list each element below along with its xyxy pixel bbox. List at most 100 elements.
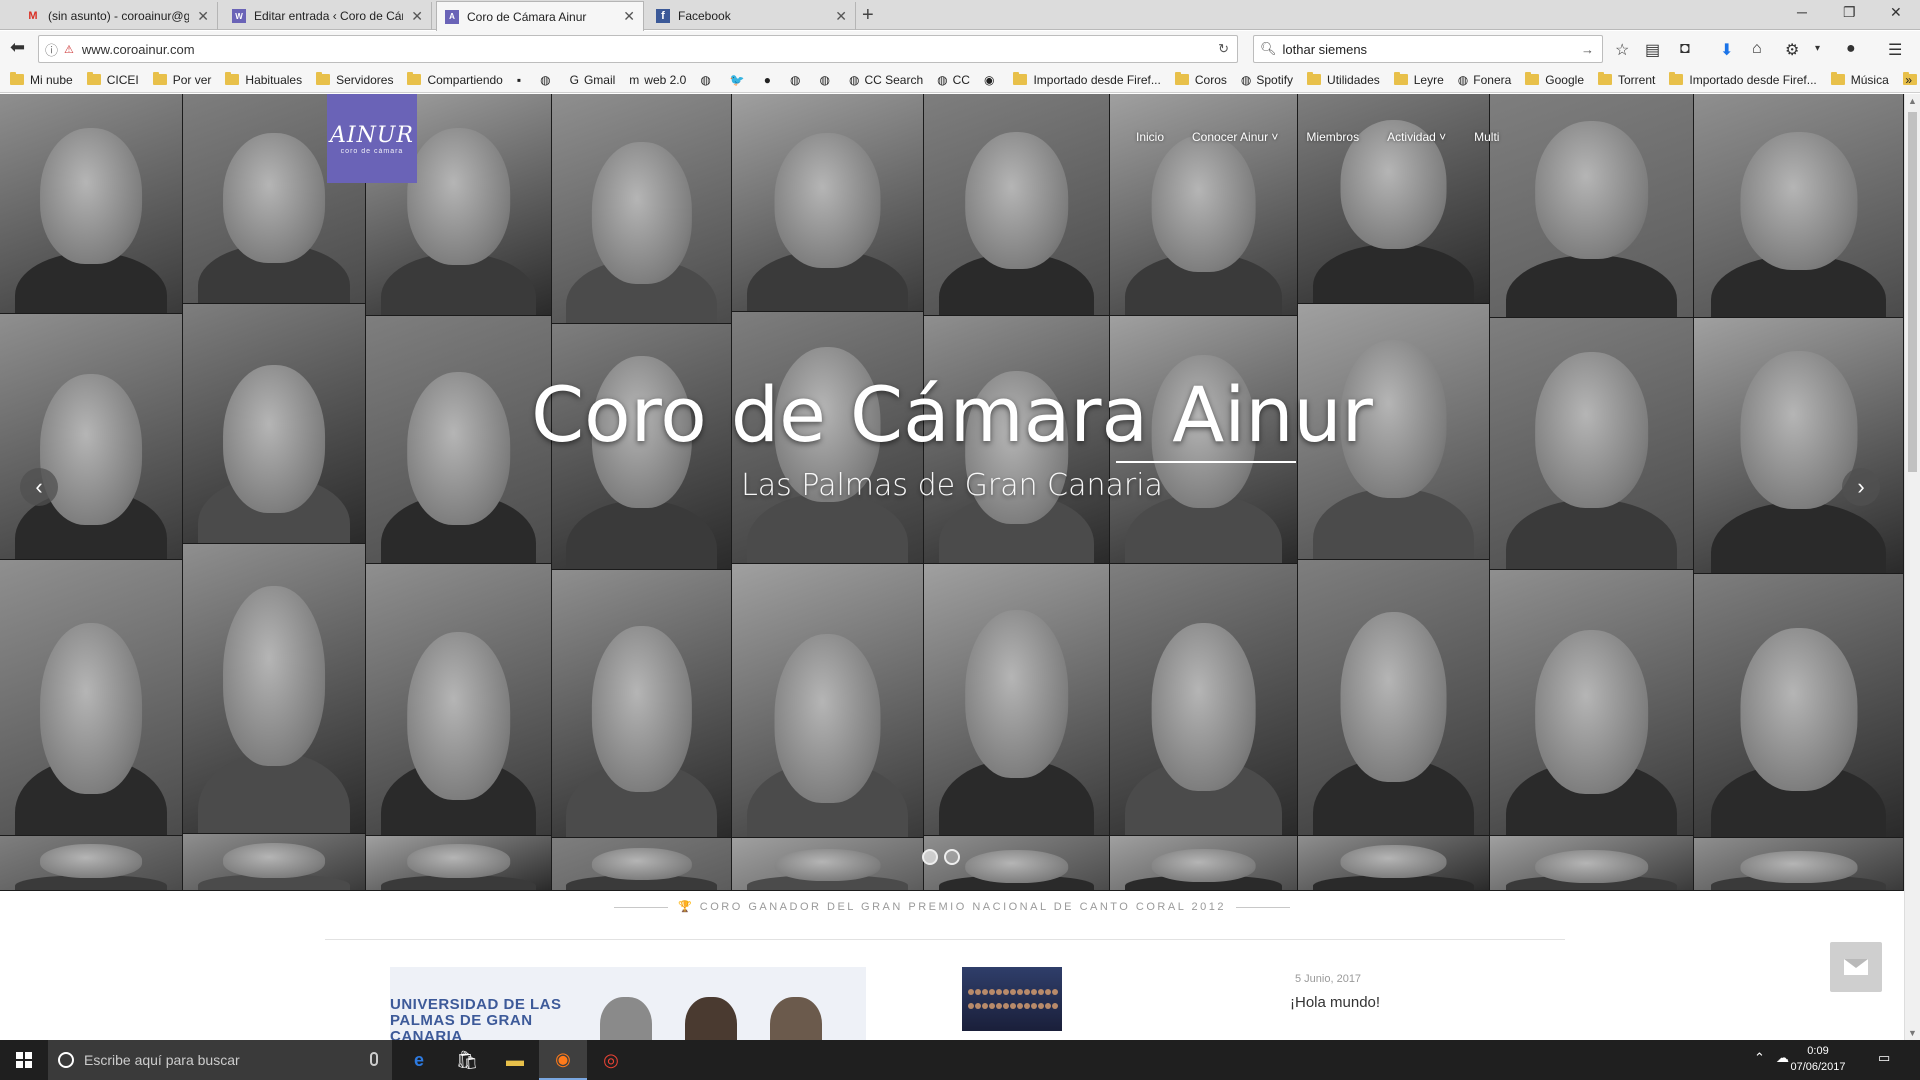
member-photo [366,564,551,835]
chrome-icon[interactable]: ◎ [587,1040,635,1080]
bookmark-spotify[interactable]: ◍ Spotify [1241,73,1293,87]
new-tab-button[interactable]: + [862,4,874,27]
bookmark-icon-link[interactable]: ◍ [700,73,715,87]
close-icon[interactable]: ✕ [623,8,635,25]
member-photo [0,836,182,890]
tab-editar-entrada[interactable]: W Editar entrada ‹ Coro de Cám ✕ [224,2,432,30]
chevron-up-icon[interactable]: ⌃ [1754,1050,1765,1066]
close-icon[interactable]: ✕ [197,8,209,25]
file-explorer-icon[interactable]: ▬ [491,1040,539,1080]
bookmark-label: Importado desde Firef... [1689,72,1817,87]
bookmark-icon-link[interactable]: ▪ [517,73,526,87]
start-button[interactable] [0,1040,48,1080]
menu-item-conocer-ainur[interactable]: Conocer Ainur ˅ [1192,130,1278,144]
bookmark-icon-link[interactable]: ◍ [540,73,555,87]
profile-icon[interactable]: ● [1846,40,1856,58]
folder-icon [407,72,422,85]
bookmark-gmail[interactable]: G Gmail [570,73,616,87]
bookmark-mi-nube[interactable]: Mi nube [10,72,73,87]
bookmark-cicei[interactable]: CICEI [86,72,139,87]
downloads-icon[interactable]: ⬇ [1720,40,1733,60]
close-icon[interactable]: ✕ [835,8,847,25]
microphone-icon[interactable] [370,1052,378,1066]
bookmark-importado-desde-firef[interactable]: Importado desde Firef... [1013,72,1161,87]
close-window-button[interactable]: ✕ [1890,4,1902,21]
member-photo [1490,836,1693,890]
bookmark-icon-link[interactable]: ◉ [984,73,999,87]
thumbnail-person [968,989,974,995]
bookmark-importado-desde-firef[interactable]: Importado desde Firef... [1669,72,1817,87]
scrollbar-thumb[interactable] [1908,112,1917,472]
bookmark-compartiendo[interactable]: Compartiendo [407,72,503,87]
site-logo[interactable]: AINUR coro de cámara [327,94,417,183]
bookmark-m-sica[interactable]: Música [1830,72,1889,87]
wordpress-icon: W [232,9,246,23]
bookmark-favicon-icon: m [629,72,640,87]
bookmark-icon-link[interactable]: 🐦 [730,73,750,87]
bookmark-utilidades[interactable]: Utilidades [1307,72,1380,87]
bookmark-icon-link[interactable]: ◍ [790,73,805,87]
store-icon[interactable]: 🛍 [443,1040,491,1080]
tab-gmail[interactable]: M (sin asunto) - coroainur@gm ✕ [18,2,218,30]
search-input[interactable]: lothar siemens [1283,42,1368,57]
clock[interactable]: 0:09 07/06/2017 [1778,1043,1858,1075]
minimize-button[interactable]: ─ [1797,4,1807,20]
tab-facebook[interactable]: f Facebook ✕ [648,2,856,30]
notifications-icon[interactable]: ▭ [1878,1050,1890,1066]
home-icon[interactable]: ⌂ [1752,40,1762,58]
reading-list-icon[interactable]: ▤ [1645,40,1660,60]
url-text[interactable]: www.coroainur.com [82,42,195,57]
bookmark-coros[interactable]: Coros [1174,72,1227,87]
scroll-down-icon[interactable]: ▼ [1908,1028,1917,1038]
bookmark-cc-search[interactable]: ◍ CC Search [849,73,923,87]
edge-icon[interactable]: e [395,1040,443,1080]
pocket-icon[interactable]: ◘ [1680,40,1690,58]
taskbar-search[interactable]: Escribe aquí para buscar [48,1040,392,1080]
bookmark-por-ver[interactable]: Por ver [152,72,211,87]
url-bar[interactable]: ⓘ ⚠ www.coroainur.com ↻ [38,35,1238,63]
extension-icon[interactable]: ⚙ [1785,40,1799,60]
restore-button[interactable]: ❐ [1843,4,1856,21]
post-image[interactable]: UNIVERSIDAD DE LAS PALMAS DE GRAN CANARI… [390,967,866,1040]
go-arrow-icon[interactable]: → [1581,42,1594,57]
chevron-down-icon[interactable]: ▾ [1815,43,1820,54]
menu-icon[interactable]: ☰ [1888,40,1902,60]
info-icon[interactable]: ⓘ [45,40,58,59]
bookmark-fonera[interactable]: ◍ Fonera [1458,73,1512,87]
search-bar[interactable]: 🔍︎ lothar siemens → [1253,35,1603,63]
bookmark-web-2-0[interactable]: m web 2.0 [629,73,686,87]
bookmark-favicon-icon: ◍ [700,72,711,87]
member-photo [1694,94,1903,317]
menu-item-inicio[interactable]: Inicio [1136,130,1164,144]
bookmark-star-icon[interactable]: ☆ [1615,40,1629,60]
page-scrollbar[interactable]: ▲ ▼ [1904,94,1920,1040]
bookmark-google[interactable]: Google [1525,72,1584,87]
scroll-up-icon[interactable]: ▲ [1908,96,1917,106]
firefox-icon[interactable]: ◉ [539,1040,587,1080]
slider-next-button[interactable]: › [1842,468,1880,506]
menu-item-multimedia[interactable]: Multi [1474,130,1499,144]
bookmark-torrent[interactable]: Torrent [1598,72,1655,87]
close-icon[interactable]: ✕ [411,8,423,25]
tab-coro-ainur[interactable]: A Coro de Cámara Ainur ✕ [436,1,644,31]
bookmark-cc[interactable]: ◍ CC [937,73,970,87]
back-button[interactable]: ⬅ [10,37,25,58]
bookmark-habituales[interactable]: Habituales [225,72,302,87]
post-thumbnail[interactable] [962,967,1062,1031]
post-title[interactable]: ¡Hola mundo! [1290,994,1380,1011]
slider-dot[interactable] [922,849,938,865]
bookmark-favicon-icon: ▪ [516,72,522,87]
bookmark-leyre[interactable]: Leyre [1393,72,1444,87]
reload-icon[interactable]: ↻ [1218,41,1229,57]
bookmark-icon-link[interactable]: ◍ [819,73,834,87]
bookmark-icon-link[interactable]: ● [764,73,776,87]
thumbnail-person [968,1003,974,1009]
menu-item-actividad[interactable]: Actividad ˅ [1387,130,1446,144]
slider-prev-button[interactable]: ‹ [20,468,58,506]
member-photo [1298,836,1489,890]
contact-button[interactable] [1830,942,1882,992]
bookmarks-overflow-button[interactable]: » [1905,73,1912,87]
menu-item-miembros[interactable]: Miembros [1306,130,1359,144]
slider-dot[interactable] [944,849,960,865]
bookmark-servidores[interactable]: Servidores [316,72,393,87]
